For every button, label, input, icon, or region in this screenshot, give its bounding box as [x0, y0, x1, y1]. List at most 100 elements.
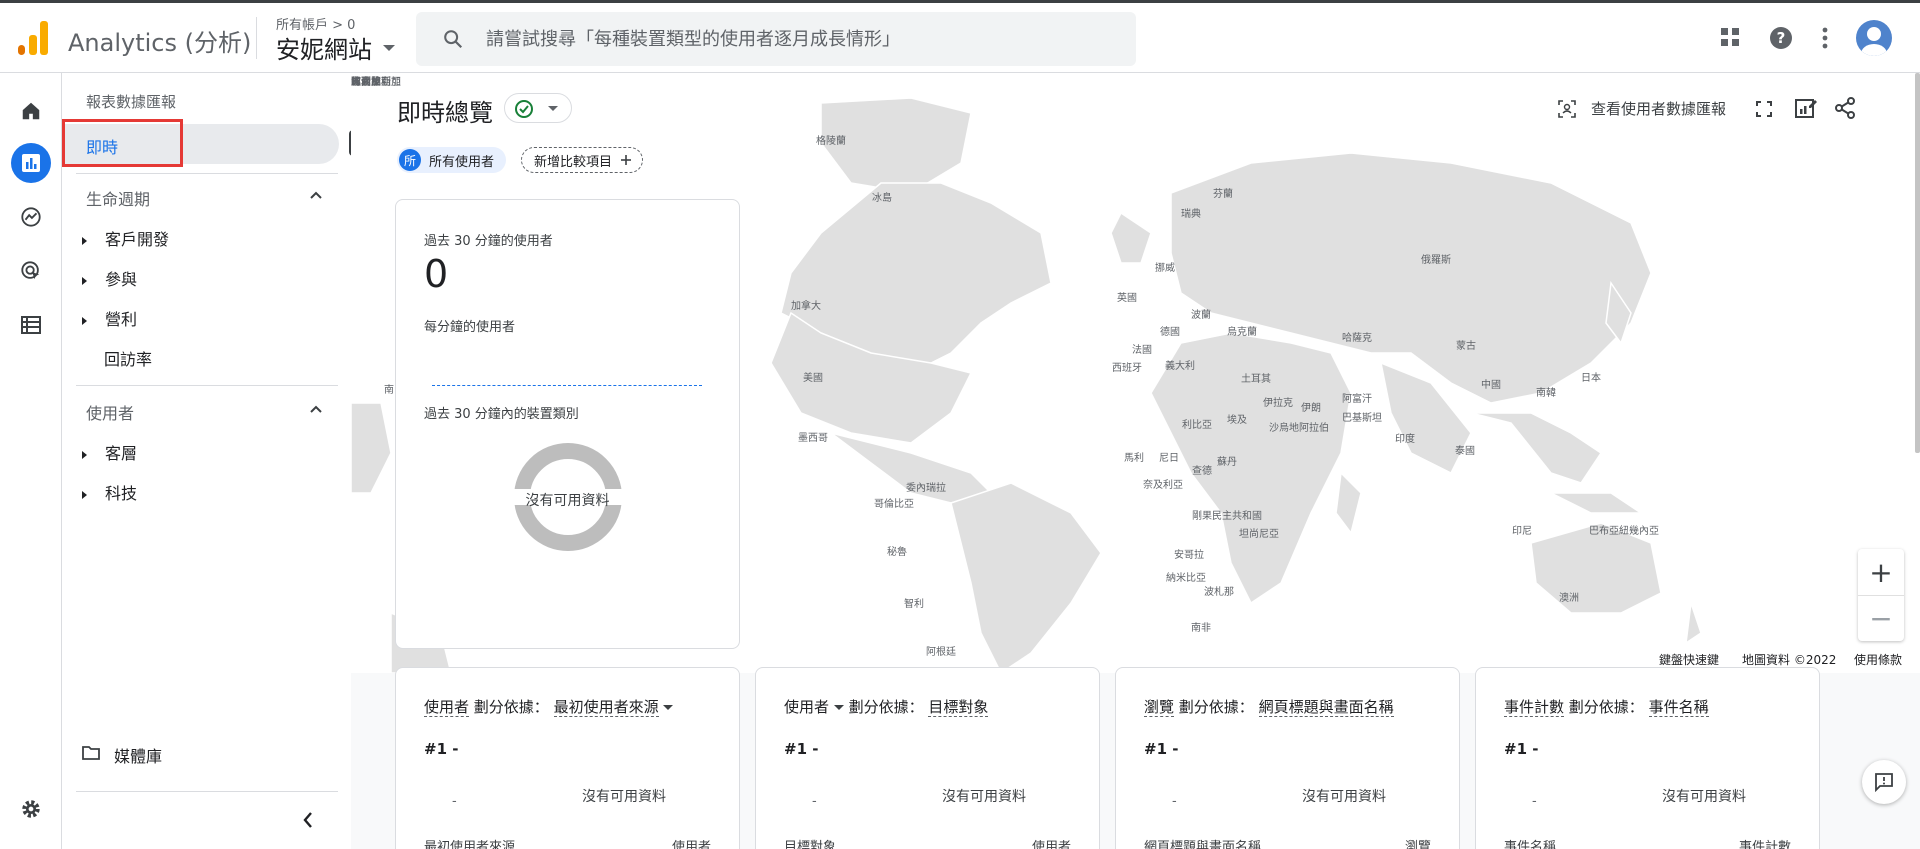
card-title[interactable]: 使用者 劃分依據： 目標對象 — [784, 696, 989, 717]
sidebar-item-acquisition[interactable]: 客戶開發 — [82, 226, 169, 250]
device-category-label: 過去 30 分鐘內的裝置類別 — [424, 407, 579, 422]
users-per-minute-chart — [432, 385, 702, 386]
dimension-selector[interactable]: 最初使用者來源 — [553, 698, 659, 717]
users-per-minute-label: 每分鐘的使用者 — [424, 320, 516, 335]
add-comparison-button[interactable]: 新增比較項目 — [521, 147, 644, 173]
segment-chip[interactable]: 所 所有使用者 — [397, 147, 507, 173]
sidebar-item-library[interactable]: 媒體庫 — [114, 743, 162, 767]
chevron-up-icon[interactable] — [309, 190, 323, 200]
feedback-icon — [1875, 773, 1893, 792]
map-label: 印度 — [1395, 434, 1415, 445]
sidebar-item-label: 參與 — [105, 270, 138, 289]
card-title[interactable]: 事件計數 劃分依據： 事件名稱 — [1504, 696, 1709, 717]
help-icon[interactable]: ? — [1769, 26, 1793, 50]
share-icon[interactable] — [1835, 97, 1855, 119]
divider — [76, 791, 338, 792]
expand-arrow-icon — [82, 490, 87, 499]
scrollbar[interactable] — [1915, 73, 1920, 453]
sidebar-item-engagement[interactable]: 參與 — [82, 266, 137, 290]
column-header-dimension: 網頁標題與畫面名稱 — [1144, 840, 1262, 849]
dimension-selector[interactable]: 網頁標題與畫面名稱 — [1258, 698, 1394, 717]
column-header-metric: 使用者 — [671, 840, 711, 849]
search-bar[interactable] — [416, 12, 1136, 66]
sidebar-item-label: 客戶開發 — [105, 230, 170, 249]
feedback-button[interactable] — [1862, 760, 1906, 804]
sidebar-item-tech[interactable]: 科技 — [82, 480, 137, 504]
main-content: 格陵蘭 冰島 瑞典 芬蘭 挪威 俄羅斯 加拿大 英國 波蘭 德國 烏克蘭 哈薩克… — [351, 73, 1920, 849]
chevron-up-icon[interactable] — [309, 404, 323, 414]
card-title[interactable]: 瀏覽 劃分依據： 網頁標題與畫面名稱 — [1144, 696, 1394, 717]
map-label: 烏克蘭 — [1227, 327, 1257, 338]
expand-arrow-icon — [82, 316, 87, 325]
map-label: 剛果民主共和國 — [1192, 511, 1262, 522]
section-user[interactable]: 使用者 — [86, 400, 134, 424]
reports-icon — [22, 154, 40, 172]
chevron-down-icon — [548, 106, 558, 111]
map-label: 秘魯 — [887, 547, 907, 558]
left-nav-rail — [0, 73, 62, 849]
nav-explore[interactable] — [11, 197, 51, 237]
metric-selector[interactable]: 事件計數 — [1504, 698, 1565, 717]
map-label: 馬利 — [1124, 453, 1144, 464]
nav-reports[interactable] — [11, 143, 51, 183]
data-status-button[interactable] — [504, 93, 572, 123]
zoom-in-button[interactable]: + — [1858, 549, 1904, 595]
app-title[interactable]: Analytics (分析) — [68, 23, 251, 58]
nav-home[interactable] — [11, 91, 51, 131]
chevron-down-icon[interactable] — [663, 705, 674, 710]
account-avatar[interactable] — [1856, 20, 1892, 56]
sidebar-header[interactable]: 報表數據匯報 — [86, 91, 176, 112]
sidebar-item-monetization[interactable]: 營利 — [82, 306, 137, 330]
map-label: 挪威 — [1155, 263, 1175, 274]
card-title[interactable]: 使用者 劃分依據： 最初使用者來源 — [424, 696, 674, 717]
zoom-out-button[interactable]: − — [1858, 595, 1904, 641]
nav-settings[interactable] — [11, 789, 51, 829]
customize-report-icon[interactable] — [1795, 97, 1817, 119]
section-lifecycle[interactable]: 生命週期 — [86, 186, 150, 210]
view-user-snapshot-button[interactable]: 查看使用者數據匯報 — [1591, 98, 1726, 119]
nav-advertising[interactable] — [11, 251, 51, 291]
map-label: 格陵蘭 — [816, 136, 846, 147]
keyboard-shortcuts-link[interactable]: 鍵盤快速鍵 — [1659, 651, 1719, 668]
metric-selector[interactable]: 使用者 — [784, 698, 829, 716]
apps-grid-icon[interactable] — [1720, 27, 1740, 47]
map-label: 南非 — [1191, 623, 1211, 634]
rank-value: - — [452, 794, 457, 809]
fullscreen-icon[interactable] — [1756, 101, 1772, 117]
search-input[interactable] — [486, 24, 1106, 54]
map-label: 波札那 — [1204, 587, 1234, 598]
map-label: 墨西哥 — [798, 433, 828, 444]
column-header-dimension: 目標對象 — [784, 840, 837, 849]
card-views-by-page: 瀏覽 劃分依據： 網頁標題與畫面名稱 #1 - - 沒有可用資料 網頁標題與畫面… — [1115, 667, 1460, 849]
chevron-down-icon[interactable] — [833, 705, 844, 710]
map-label: 阿富汗 — [1342, 394, 1372, 405]
map-label: 坦尚尼亞 — [1239, 529, 1279, 540]
divider — [256, 17, 257, 59]
nav-configure[interactable] — [11, 305, 51, 345]
users-30min-value: 0 — [424, 252, 449, 296]
analytics-logo[interactable] — [18, 21, 48, 55]
dimension-selector[interactable]: 事件名稱 — [1648, 698, 1709, 717]
map-label: 冰島 — [872, 193, 892, 204]
sidebar-item-retention[interactable]: 回訪率 — [104, 346, 152, 370]
column-header-dimension: 最初使用者來源 — [424, 840, 516, 849]
collapse-chevron-icon[interactable] — [302, 811, 314, 829]
column-header-metric: 使用者 — [1031, 840, 1071, 849]
terms-link[interactable]: 使用條款 — [1854, 651, 1902, 668]
property-selector[interactable]: 安妮網站 — [276, 30, 372, 65]
expand-arrow-icon — [82, 450, 87, 459]
sidebar-item-demographics[interactable]: 客層 — [82, 440, 137, 464]
snapshot-icon[interactable] — [1558, 100, 1576, 118]
realtime-users-card: 過去 30 分鐘的使用者 0 每分鐘的使用者 過去 30 分鐘內的裝置類別 沒有… — [395, 199, 740, 649]
no-data-label: 沒有可用資料 — [1662, 789, 1746, 805]
dimension-selector[interactable]: 目標對象 — [928, 698, 989, 717]
segment-label: 所有使用者 — [429, 154, 495, 170]
map-label: 法國 — [1132, 345, 1152, 356]
map-label: 中國 — [1481, 380, 1501, 391]
metric-selector[interactable]: 使用者 — [424, 698, 470, 717]
map-label: 巴基斯坦 — [1342, 413, 1382, 424]
metric-selector[interactable]: 瀏覽 — [1144, 698, 1175, 717]
more-vert-icon[interactable] — [1821, 27, 1829, 49]
map-data-attribution: 地圖資料 ©2022 — [1742, 653, 1837, 667]
chevron-down-icon[interactable] — [383, 45, 395, 51]
